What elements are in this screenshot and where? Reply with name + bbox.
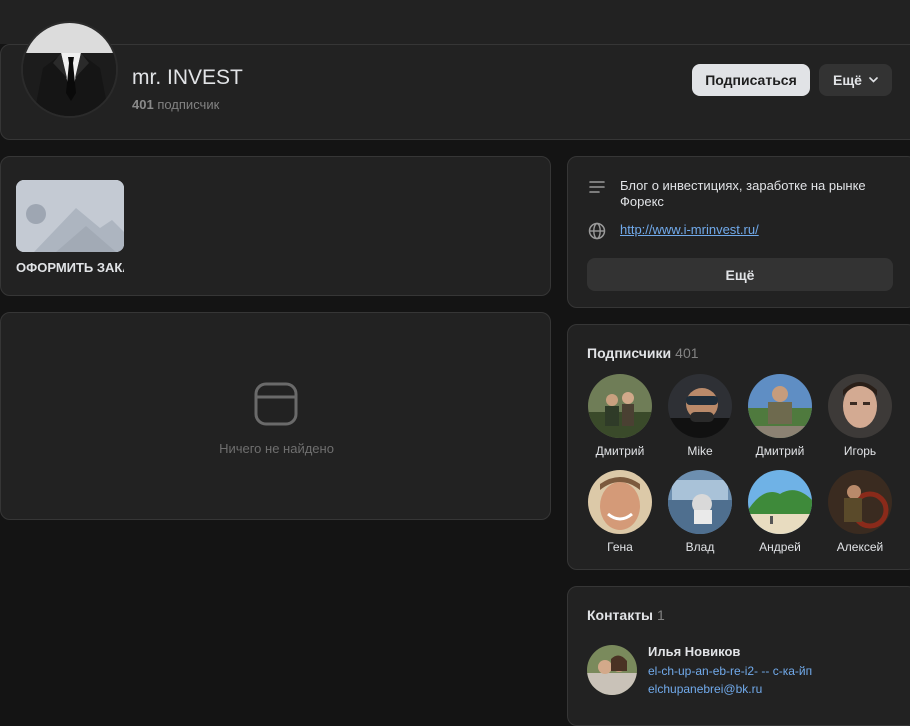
community-name: mr. INVEST bbox=[132, 66, 243, 89]
follower-item[interactable]: Игорь bbox=[820, 374, 900, 458]
contact-role[interactable]: el-ch-up-an-eb-re-i2- -- с-ка-йп bbox=[648, 664, 812, 678]
info-more-button[interactable]: Ещё bbox=[587, 258, 893, 291]
follower-item[interactable]: Влад bbox=[660, 470, 740, 554]
follower-item[interactable]: Mike bbox=[660, 374, 740, 458]
description-row: Блог о инвестициях, заработке на рынке Ф… bbox=[588, 178, 890, 210]
subscribers-count[interactable]: 401 подписчик bbox=[132, 97, 219, 112]
avatar bbox=[828, 374, 892, 438]
website-link[interactable]: http://www.i-mrinvest.ru/ bbox=[620, 222, 759, 240]
follower-item[interactable]: Андрей bbox=[740, 470, 820, 554]
follower-item[interactable]: Дмитрий bbox=[580, 374, 660, 458]
followers-count: 401 bbox=[675, 345, 699, 361]
globe-icon bbox=[588, 222, 606, 240]
subscribers-number: 401 bbox=[132, 97, 154, 112]
goods-image[interactable] bbox=[16, 180, 124, 252]
follower-name: Mike bbox=[687, 444, 713, 458]
avatar bbox=[668, 374, 732, 438]
follower-name: Дмитрий bbox=[755, 444, 805, 458]
community-cover bbox=[0, 0, 910, 44]
chevron-down-icon bbox=[869, 77, 878, 83]
text-lines-icon bbox=[589, 181, 605, 193]
goods-label[interactable]: ОФОРМИТЬ ЗАКАЗ bbox=[16, 260, 124, 275]
avatar bbox=[828, 470, 892, 534]
subscribe-button[interactable]: Подписаться bbox=[692, 64, 810, 96]
more-button[interactable]: Ещё bbox=[819, 64, 892, 96]
more-button-label: Ещё bbox=[833, 72, 862, 88]
follower-name: Гена bbox=[607, 540, 633, 554]
follower-name: Андрей bbox=[759, 540, 801, 554]
avatar bbox=[668, 470, 732, 534]
empty-box-icon bbox=[254, 382, 298, 426]
community-avatar[interactable] bbox=[21, 21, 118, 118]
followers-card: Подписчики 401 Дмитрий Mike Дмитрий Игорь… bbox=[567, 324, 910, 570]
image-placeholder-icon bbox=[16, 180, 124, 252]
follower-item[interactable]: Алексей bbox=[820, 470, 900, 554]
description-text: Блог о инвестициях, заработке на рынке Ф… bbox=[620, 178, 866, 209]
subscribers-label: подписчик bbox=[157, 97, 220, 112]
empty-section: Ничего не найдено bbox=[0, 312, 551, 520]
follower-item[interactable]: Дмитрий bbox=[740, 374, 820, 458]
contacts-card: Контакты 1 Илья Новиков el-ch-up-an-eb-re… bbox=[567, 586, 910, 726]
follower-name: Влад bbox=[685, 540, 715, 554]
contacts-title-label: Контакты bbox=[587, 607, 654, 623]
contacts-title[interactable]: Контакты 1 bbox=[587, 607, 665, 623]
avatar[interactable] bbox=[587, 645, 637, 695]
followers-title[interactable]: Подписчики 401 bbox=[587, 345, 699, 361]
follower-name: Игорь bbox=[843, 444, 877, 458]
contact-email[interactable]: elchupanebrei@bk.ru bbox=[648, 682, 762, 696]
avatar bbox=[748, 470, 812, 534]
followers-title-label: Подписчики bbox=[587, 345, 672, 361]
avatar bbox=[588, 374, 652, 438]
contact-name[interactable]: Илья Новиков bbox=[648, 644, 740, 659]
avatar bbox=[588, 470, 652, 534]
goods-card: ОФОРМИТЬ ЗАКАЗ bbox=[0, 156, 551, 296]
follower-item[interactable]: Гена bbox=[580, 470, 660, 554]
link-row: http://www.i-mrinvest.ru/ bbox=[588, 222, 759, 240]
follower-name: Дмитрий bbox=[595, 444, 645, 458]
info-card: Блог о инвестициях, заработке на рынке Ф… bbox=[567, 156, 910, 308]
empty-message: Ничего не найдено bbox=[219, 441, 334, 456]
follower-name: Алексей bbox=[836, 540, 884, 554]
contacts-count: 1 bbox=[657, 607, 665, 623]
avatar bbox=[748, 374, 812, 438]
